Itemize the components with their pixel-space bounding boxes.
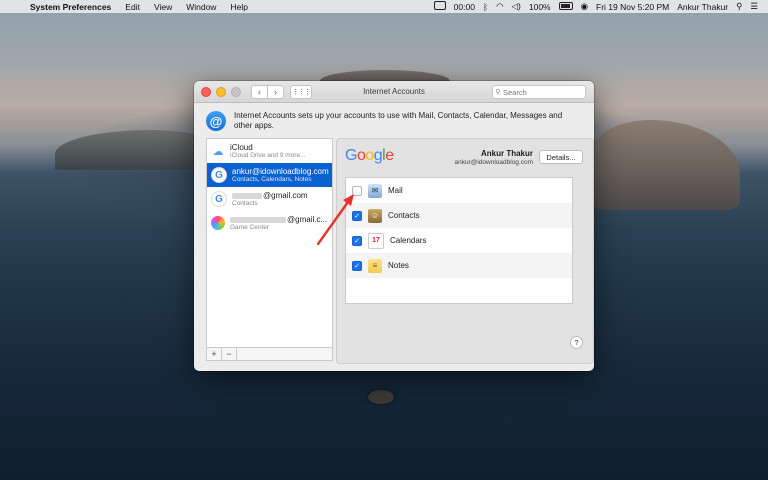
accounts-footer: + − [207,347,332,360]
account-item-idownloadblog[interactable]: G ankur@idownloadblog.com Contacts, Cale… [207,163,332,187]
minimize-button[interactable] [216,86,226,97]
redacted-text [230,216,286,223]
title-bar: ‹ › ⋮⋮⋮ Internet Accounts ⚲ [194,81,594,103]
google-logo: Google [345,147,394,164]
volume-icon[interactable]: ◁) [507,1,524,12]
add-account-button[interactable]: + [207,348,222,360]
app-row-contacts[interactable]: ✓ ☺ Contacts [346,203,572,228]
user-name[interactable]: Ankur Thakur [673,2,732,12]
app-row-mail[interactable]: ✉ Mail [346,178,572,203]
menu-help[interactable]: Help [223,2,254,12]
app-label: Contacts [388,211,420,220]
wifi-icon[interactable]: ◠ [492,1,507,12]
menu-bar: System Preferences Edit View Window Help… [0,0,768,13]
status-area: 00:00 ᛒ ◠ ◁) 100% ◉ Fri 19 Nov 5:20 PM A… [430,1,768,12]
menu-edit[interactable]: Edit [118,2,147,12]
notes-checkbox[interactable]: ✓ [352,260,362,271]
account-name: @gmail.c... [230,215,327,224]
intro-text: Internet Accounts sets up your accounts … [234,111,563,130]
notes-icon: ≡ [368,258,382,273]
mail-checkbox[interactable] [352,185,362,196]
date-time[interactable]: Fri 19 Nov 5:20 PM [592,2,673,12]
right-cliff [590,120,740,210]
user-switch-icon[interactable]: ◉ [577,1,592,12]
window-controls [201,86,246,97]
timer-readout[interactable]: 00:00 [450,2,479,12]
search-icon: ⚲ [495,89,501,96]
sea-rock [368,390,394,404]
account-subtitle: iCloud Drive and 9 more... [230,152,306,159]
battery-percent: 100% [528,1,551,12]
close-button[interactable] [201,86,211,97]
left-headland [55,130,215,170]
google-icon: G [211,167,227,183]
app-row-notes[interactable]: ✓ ≡ Notes [346,253,572,278]
search-input[interactable] [503,87,579,97]
account-item-gmail[interactable]: G @gmail.com Contacts [207,187,332,211]
account-item-icloud[interactable]: ☁ iCloud iCloud Drive and 9 more... [207,139,332,163]
battery-icon[interactable] [555,1,577,12]
menu-view[interactable]: View [147,2,179,12]
control-center-icon[interactable]: ☰ [746,1,762,12]
app-row-calendars[interactable]: ✓ 17 Calendars [346,228,572,253]
account-subtitle: Contacts [232,200,258,207]
display-icon[interactable] [430,1,450,12]
accounts-list: ☁ iCloud iCloud Drive and 9 more... G an… [206,138,333,361]
forward-button[interactable]: › [268,84,284,99]
game-center-icon [211,216,225,230]
back-button[interactable]: ‹ [251,84,268,99]
contacts-icon: ☺ [368,208,382,223]
account-subtitle: Contacts, Calendars, Notes [232,176,312,183]
google-icon: G [211,191,227,207]
bluetooth-icon[interactable]: ᛒ [479,2,492,12]
app-label: Mail [388,186,403,195]
apps-list: ✉ Mail ✓ ☺ Contacts ✓ 17 Calendars ✓ ≡ N… [345,177,573,304]
account-subtitle: Game Center [230,224,270,231]
mail-icon: ✉ [368,183,382,198]
owner-name: Ankur Thakur [480,149,533,158]
contacts-checkbox[interactable]: ✓ [352,210,362,221]
help-button[interactable]: ? [570,336,583,349]
app-label: Calendars [390,236,427,245]
account-name: ankur@idownloadblog.com [232,167,329,176]
show-all-grid-icon[interactable]: ⋮⋮⋮ [290,84,312,99]
details-button[interactable]: Details... [539,150,583,164]
nav-buttons: ‹ › [251,84,284,99]
calendars-checkbox[interactable]: ✓ [352,235,362,246]
menu-app-name[interactable]: System Preferences [26,2,118,12]
search-field[interactable]: ⚲ [492,85,586,99]
detail-header: Google Ankur Thakur ankur@idownloadblog.… [337,139,593,175]
owner-email: ankur@idownloadblog.com [454,159,533,166]
redacted-text [232,192,262,199]
account-owner: Ankur Thakur ankur@idownloadblog.com [454,149,533,166]
icloud-icon: ☁ [212,145,224,158]
internet-accounts-window: ‹ › ⋮⋮⋮ Internet Accounts ⚲ @ Internet A… [194,81,594,371]
content-area: ☁ iCloud iCloud Drive and 9 more... G an… [206,138,594,364]
account-name: @gmail.com [232,191,308,200]
calendar-icon: 17 [368,232,384,249]
account-item-game-center[interactable]: @gmail.c... Game Center [207,211,332,235]
app-label: Notes [388,261,409,270]
menu-window[interactable]: Window [179,2,223,12]
remove-account-button[interactable]: − [222,348,237,360]
account-detail-panel: Google Ankur Thakur ankur@idownloadblog.… [336,138,594,364]
zoom-button[interactable] [231,86,241,97]
spotlight-icon[interactable]: ⚲ [732,1,746,12]
at-sign-icon: @ [206,111,226,131]
account-name: iCloud [230,143,253,152]
